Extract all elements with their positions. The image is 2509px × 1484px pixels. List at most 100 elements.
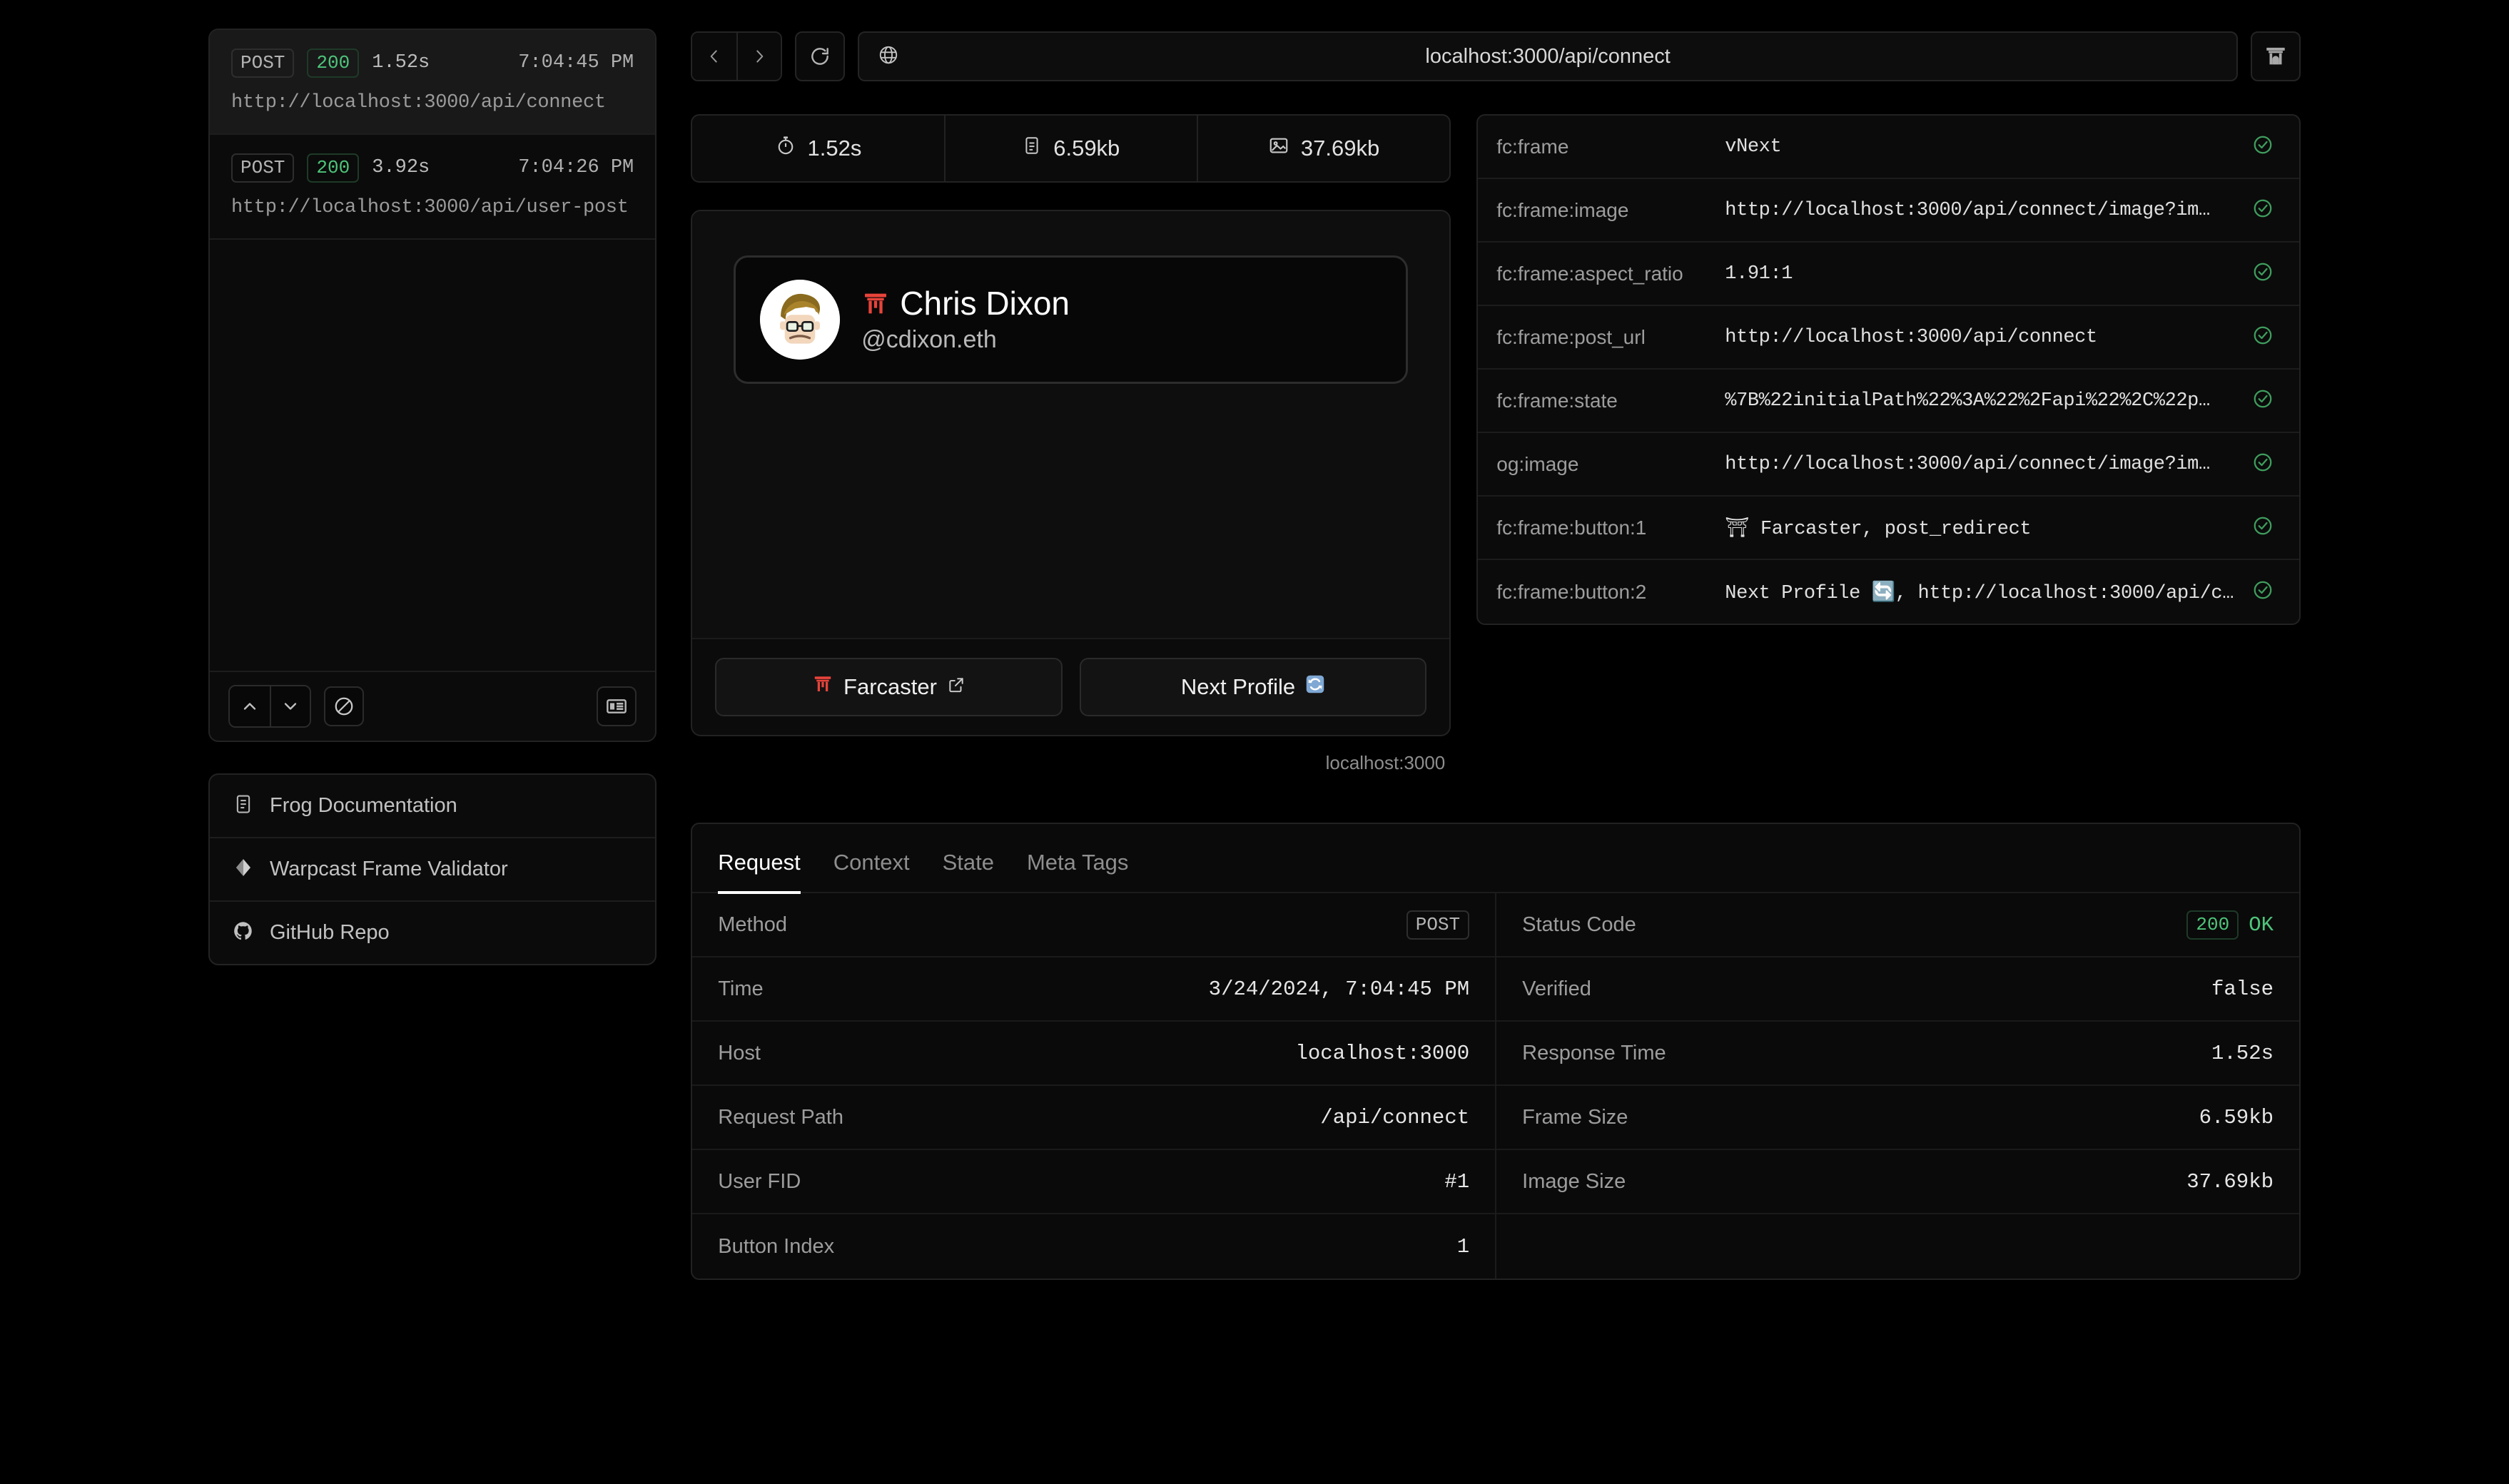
valid-check-icon	[2252, 388, 2274, 413]
valid-check-icon	[2252, 261, 2274, 286]
detail-value-suffix: OK	[2249, 913, 2274, 937]
request-list-item[interactable]: POST 200 1.52s 7:04:45 PM http://localhost:3…	[210, 30, 656, 135]
meta-tag-value: ⛩ Farcaster, post_redirect	[1725, 518, 2032, 540]
meta-tag-row: fc:frame:button:2 Next Profile 🔄, http://…	[1478, 560, 2299, 624]
link-item[interactable]: GitHub Repo	[210, 902, 655, 964]
metric-item: 6.59kb	[943, 116, 1197, 181]
main-column: localhost:3000/api/connect 1.52s 6.59kb 37…	[691, 29, 2301, 1484]
detail-row: Response Time 1.52s	[1496, 1022, 2300, 1086]
profile-handle: @cdixon.eth	[861, 325, 997, 353]
meta-tag-property: og:image	[1496, 452, 1579, 475]
detail-row: Verified false	[1496, 957, 2300, 1022]
valid-check-icon	[2252, 198, 2274, 223]
request-timestamp: 7:04:45 PM	[518, 52, 634, 73]
detail-row: Image Size 37.69kb	[1496, 1150, 2300, 1214]
detail-row: Time 3/24/2024, 7:04:45 PM	[692, 957, 1496, 1022]
link-item[interactable]: Frog Documentation	[210, 775, 656, 838]
frame-action-label: Next Profile	[1180, 674, 1296, 699]
data-panel-icon-button[interactable]	[597, 686, 637, 726]
profile-card: Chris Dixon @cdixon.eth	[734, 255, 1409, 384]
detail-key: Response Time	[1522, 1041, 1666, 1064]
meta-tag-value: http://localhost:3000/api/connect/image?…	[1725, 453, 2210, 475]
meta-tag-value: vNext	[1725, 136, 1782, 158]
github-icon	[233, 920, 254, 945]
details-tabs[interactable]: Request Context State Meta Tags	[692, 824, 2299, 894]
detail-value: 1	[1457, 1235, 1469, 1259]
detail-value-text: 1	[1456, 1234, 1470, 1259]
detail-row: Status Code 200 OK	[1496, 893, 2300, 957]
metric-value: 6.59kb	[1053, 136, 1120, 161]
request-url: http://localhost:3000/api/user-post	[231, 197, 629, 218]
request-list-item[interactable]: POST 200 3.92s 7:04:26 PM http://localhost:3…	[210, 135, 656, 240]
valid-check-icon	[2252, 452, 2274, 477]
request-status: 200	[307, 49, 360, 78]
detail-key: Request Path	[718, 1105, 843, 1129]
request-duration: 1.52s	[372, 52, 430, 73]
detail-value-text: /api/connect	[1320, 1105, 1470, 1129]
request-list[interactable]: POST 200 1.52s 7:04:45 PM http://localhost:3…	[210, 30, 656, 671]
meta-tag-property: fc:frame:image	[1496, 198, 1629, 221]
request-url: http://localhost:3000/api/connect	[231, 92, 606, 113]
meta-tag-value: http://localhost:3000/api/connect/image?…	[1725, 199, 2210, 221]
detail-value-text: 6.59kb	[2199, 1105, 2274, 1129]
timer-icon	[775, 135, 796, 162]
request-row-header: POST 200 1.52s 7:04:45 PM	[231, 49, 634, 78]
detail-key: Button Index	[718, 1234, 835, 1258]
detail-value: 37.69kb	[2186, 1170, 2274, 1194]
detail-key: Image Size	[1522, 1169, 1626, 1193]
link-label: GitHub Repo	[270, 921, 390, 944]
meta-tag-row: og:image http://localhost:3000/api/connec…	[1478, 433, 2299, 497]
frame-action-button[interactable]: Farcaster	[715, 658, 1063, 716]
tab-state[interactable]: State	[943, 850, 994, 894]
chevron-up-icon-button[interactable]	[230, 686, 270, 726]
detail-value: 3/24/2024, 7:04:45 PM	[1209, 977, 1469, 1001]
detail-value: 1.52s	[2211, 1042, 2274, 1065]
no-entry-icon-button[interactable]	[324, 686, 364, 726]
chevron-down-icon-button[interactable]	[270, 686, 310, 726]
detail-key: Method	[718, 913, 787, 936]
meta-tag-value: Next Profile 🔄, http://localhost:3000/ap…	[1725, 582, 2234, 604]
detail-value-text: #1	[1444, 1169, 1470, 1194]
refresh-emoji-icon	[1305, 674, 1325, 700]
meta-tag-property: fc:frame:button:1	[1496, 516, 1647, 539]
detail-row: Host localhost:3000	[692, 1022, 1496, 1086]
tab-context[interactable]: Context	[833, 850, 910, 894]
meta-tag-row: fc:frame:post_url http://localhost:3000/a…	[1478, 306, 2299, 370]
detail-key: User FID	[718, 1169, 801, 1193]
meta-tag-value: http://localhost:3000/api/connect	[1725, 326, 2097, 348]
meta-tag-value: %7B%22initialPath%22%3A%22%2Fapi%22%2C%2…	[1725, 390, 2210, 412]
details-panel: Request Context State Meta Tags Method POST T…	[691, 823, 2301, 1280]
valid-check-icon	[2252, 579, 2274, 604]
chevron-right-icon-button[interactable]	[736, 33, 781, 80]
chevron-left-icon-button[interactable]	[692, 33, 737, 80]
meta-tag-row: fc:frame:aspect_ratio 1.91:1	[1478, 243, 2299, 306]
frame-host-note: localhost:3000	[1325, 752, 1446, 773]
document-icon	[233, 793, 254, 818]
detail-key: Time	[718, 977, 764, 1000]
request-status: 200	[307, 153, 360, 183]
metrics-bar: 1.52s 6.59kb 37.69kb	[691, 114, 1451, 183]
tab-meta-tags[interactable]: Meta Tags	[1027, 850, 1128, 894]
detail-value-text: 1.52s	[2211, 1041, 2274, 1065]
preview-and-meta: 1.52s 6.59kb 37.69kb Chris Dixon @cdixon…	[691, 114, 2301, 774]
url-input[interactable]: localhost:3000/api/connect	[858, 31, 2238, 81]
detail-value-text: 3/24/2024, 7:04:45 PM	[1208, 977, 1470, 1001]
frame-action-button[interactable]: Next Profile	[1079, 658, 1427, 716]
detail-value-text: false	[2211, 977, 2274, 1001]
frame-action-label: Farcaster	[843, 674, 937, 699]
detail-value-chip: POST	[1406, 910, 1470, 940]
torii-gate-icon-button[interactable]	[2251, 31, 2301, 81]
meta-tag-row: fc:frame vNext	[1478, 116, 2299, 179]
meta-tag-row: fc:frame:state %7B%22initialPath%22%3A%22…	[1478, 370, 2299, 433]
external-link-icon	[947, 674, 965, 700]
tab-request[interactable]: Request	[718, 850, 801, 894]
reload-icon-button[interactable]	[795, 31, 846, 81]
diamond-icon	[233, 857, 254, 882]
document-icon	[1022, 136, 1042, 161]
list-nav-group	[228, 685, 311, 728]
link-item[interactable]: Warpcast Frame Validator	[210, 838, 656, 902]
profile-name-row: Chris Dixon	[861, 285, 1070, 322]
detail-value: localhost:3000	[1296, 1042, 1470, 1065]
detail-value: false	[2211, 977, 2274, 1001]
detail-key: Host	[718, 1041, 761, 1064]
